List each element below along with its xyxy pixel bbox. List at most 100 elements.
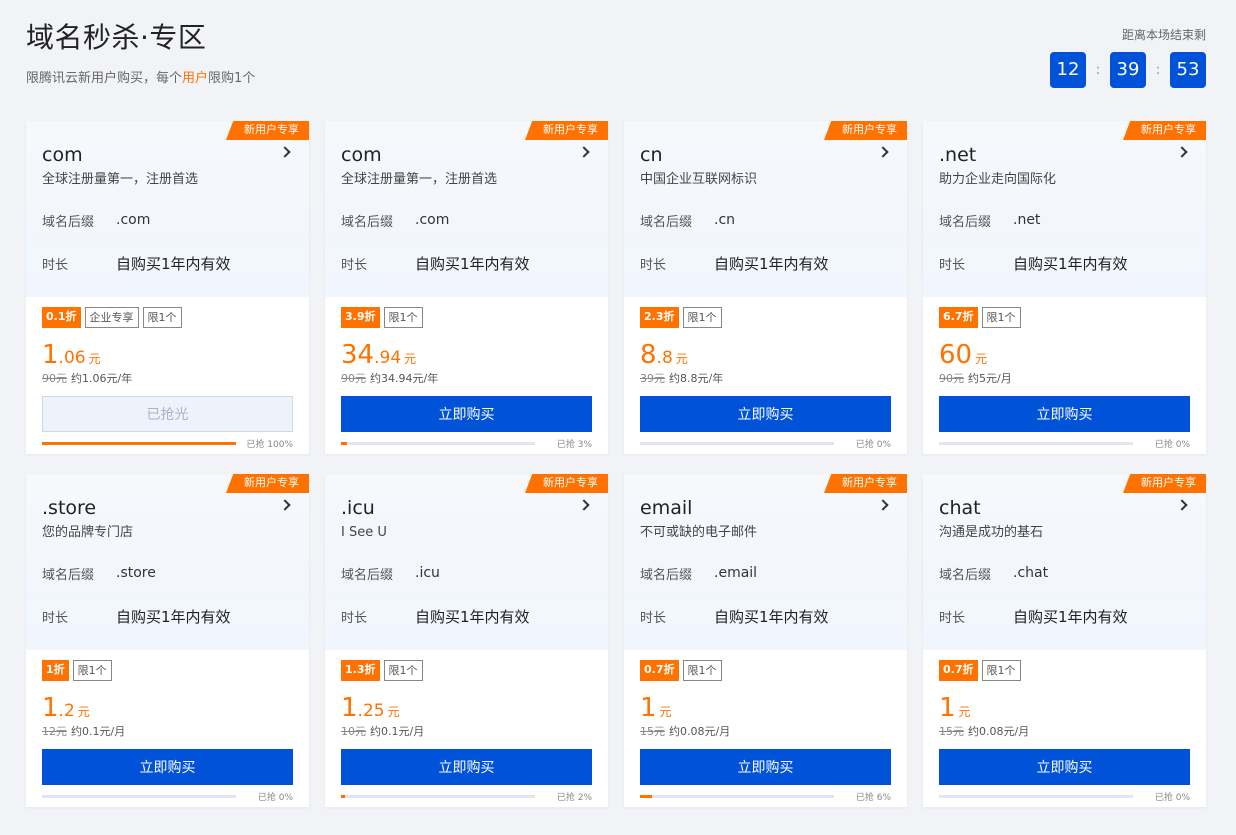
sold-progress: 已抢 100% (42, 437, 293, 450)
card-info: 新用户专享 .net 助力企业走向国际化 域名后缀 .net 时长 自购买1年内… (923, 121, 1206, 297)
card-info: 新用户专享 com 全球注册量第一，注册首选 域名后缀 .com 时长 自购买1… (325, 121, 608, 297)
buy-button[interactable]: 立即购买 (640, 749, 891, 785)
original-price: 39元 (640, 372, 665, 385)
suffix-value: .net (1013, 212, 1041, 228)
buy-button[interactable]: 立即购买 (42, 749, 293, 785)
price-integer: 1 (640, 693, 657, 723)
domain-card[interactable]: 新用户专享 cn 中国企业互联网标识 域名后缀 .cn 时长 自购买1年内有效 … (624, 121, 907, 454)
enterprise-tag: 企业专享 (84, 307, 139, 328)
discount-badge: 0.7折 (939, 660, 978, 681)
duration-label: 时长 (341, 257, 368, 273)
card-domain-name: chat (939, 497, 981, 519)
tag-list: 1.3折 限1个 (341, 660, 592, 682)
progress-track (640, 442, 834, 445)
original-price-row: 12元 约0.1元/月 (42, 724, 293, 740)
current-price: 60 元 (939, 341, 1190, 369)
price-integer: 1 (42, 340, 59, 370)
per-period-price: 约1.06元/年 (71, 372, 133, 385)
suffix-row: 域名后缀 .com (42, 211, 293, 230)
buy-button[interactable]: 立即购买 (640, 396, 891, 432)
suffix-value: .email (714, 565, 758, 581)
limit-tag: 限1个 (682, 660, 722, 681)
duration-row: 时长 自购买1年内有效 (341, 606, 592, 626)
sold-progress: 已抢 0% (42, 790, 293, 803)
card-purchase: 3.9折 限1个 34.94 元 90元 约34.94元/年 立即购买 已抢 3% (325, 297, 608, 450)
price-integer: 1 (341, 693, 358, 723)
original-price: 90元 (939, 372, 964, 385)
card-domain-name: com (341, 144, 382, 166)
price-unit: 元 (404, 352, 417, 366)
suffix-row: 域名后缀 .icu (341, 564, 592, 583)
buy-button[interactable]: 立即购买 (939, 749, 1190, 785)
buy-button[interactable]: 立即购买 (341, 396, 592, 432)
domain-card[interactable]: 新用户专享 .store 您的品牌专门店 域名后缀 .store 时长 自购买1… (26, 474, 309, 807)
progress-fill (341, 795, 345, 798)
progress-track (42, 795, 236, 798)
duration-label: 时长 (341, 610, 368, 626)
duration-value: 自购买1年内有效 (116, 254, 231, 273)
duration-row: 时长 自购买1年内有效 (42, 253, 293, 273)
price-unit: 元 (975, 352, 988, 366)
duration-row: 时长 自购买1年内有效 (640, 253, 891, 273)
buy-button[interactable]: 立即购买 (341, 749, 592, 785)
countdown-minutes: 39 (1110, 52, 1146, 88)
domain-card[interactable]: 新用户专享 com 全球注册量第一，注册首选 域名后缀 .com 时长 自购买1… (325, 121, 608, 454)
suffix-label: 域名后缀 (341, 214, 394, 230)
card-info: 新用户专享 .icu I See U 域名后缀 .icu 时长 自购买1年内有效 (325, 474, 608, 650)
buy-button[interactable]: 立即购买 (939, 396, 1190, 432)
domain-card[interactable]: 新用户专享 .icu I See U 域名后缀 .icu 时长 自购买1年内有效… (325, 474, 608, 807)
tag-list: 0.7折 限1个 (939, 660, 1190, 682)
duration-label: 时长 (939, 610, 966, 626)
card-info: 新用户专享 com 全球注册量第一，注册首选 域名后缀 .com 时长 自购买1… (26, 121, 309, 297)
sold-progress: 已抢 2% (341, 790, 592, 803)
card-description: 助力企业走向国际化 (939, 172, 1057, 187)
original-price-row: 15元 约0.08元/月 (640, 724, 891, 740)
original-price-row: 90元 约5元/月 (939, 371, 1190, 387)
suffix-label: 域名后缀 (640, 214, 693, 230)
suffix-row: 域名后缀 .cn (640, 211, 891, 230)
subtitle-text-end: 限购1个 (208, 71, 256, 86)
sold-percent-label: 已抢 0% (257, 793, 293, 803)
progress-track (939, 795, 1133, 798)
price-unit: 元 (659, 705, 672, 719)
sold-out-button[interactable]: 已抢光 (42, 396, 293, 432)
duration-row: 时长 自购买1年内有效 (42, 606, 293, 626)
per-period-price: 约0.08元/月 (968, 725, 1030, 738)
domain-card[interactable]: 新用户专享 email 不可或缺的电子邮件 域名后缀 .email 时长 自购买… (624, 474, 907, 807)
suffix-row: 域名后缀 .email (640, 564, 891, 583)
sold-percent-label: 已抢 0% (1154, 440, 1190, 450)
current-price: 1元 (640, 694, 891, 722)
new-user-ribbon: 新用户专享 (525, 121, 608, 140)
duration-label: 时长 (939, 257, 966, 273)
duration-label: 时长 (640, 257, 667, 273)
duration-value: 自购买1年内有效 (415, 607, 530, 626)
current-price: 1.06 元 (42, 341, 293, 369)
duration-value: 自购买1年内有效 (1013, 254, 1128, 273)
domain-card[interactable]: 新用户专享 com 全球注册量第一，注册首选 域名后缀 .com 时长 自购买1… (26, 121, 309, 454)
page-title: 域名秒杀·专区 (26, 21, 207, 54)
duration-label: 时长 (42, 610, 69, 626)
tag-list: 1折 限1个 (42, 660, 293, 682)
suffix-label: 域名后缀 (640, 567, 693, 583)
card-info: 新用户专享 chat 沟通是成功的基石 域名后缀 .chat 时长 自购买1年内… (923, 474, 1206, 650)
per-period-price: 约0.08元/月 (669, 725, 731, 738)
domain-card[interactable]: 新用户专享 chat 沟通是成功的基石 域名后缀 .chat 时长 自购买1年内… (923, 474, 1206, 807)
domain-card[interactable]: 新用户专享 .net 助力企业走向国际化 域名后缀 .net 时长 自购买1年内… (923, 121, 1206, 454)
suffix-label: 域名后缀 (42, 567, 95, 583)
new-user-ribbon: 新用户专享 (824, 121, 907, 140)
card-domain-name: .icu (341, 497, 375, 519)
limit-tag: 限1个 (72, 660, 112, 681)
price-decimal: .25 (357, 701, 385, 721)
suffix-row: 域名后缀 .com (341, 211, 592, 230)
card-domain-name: .net (939, 144, 977, 166)
original-price-row: 39元 约8.8元/年 (640, 371, 891, 387)
card-purchase: 1折 限1个 1.2 元 12元 约0.1元/月 立即购买 已抢 0% (26, 650, 309, 803)
sold-progress: 已抢 0% (939, 437, 1190, 450)
original-price-row: 90元 约1.06元/年 (42, 371, 293, 387)
progress-track (939, 442, 1133, 445)
new-user-ribbon: 新用户专享 (1123, 121, 1206, 140)
duration-label: 时长 (42, 257, 69, 273)
suffix-label: 域名后缀 (939, 567, 992, 583)
original-price: 12元 (42, 725, 67, 738)
price-decimal: .06 (58, 348, 86, 368)
